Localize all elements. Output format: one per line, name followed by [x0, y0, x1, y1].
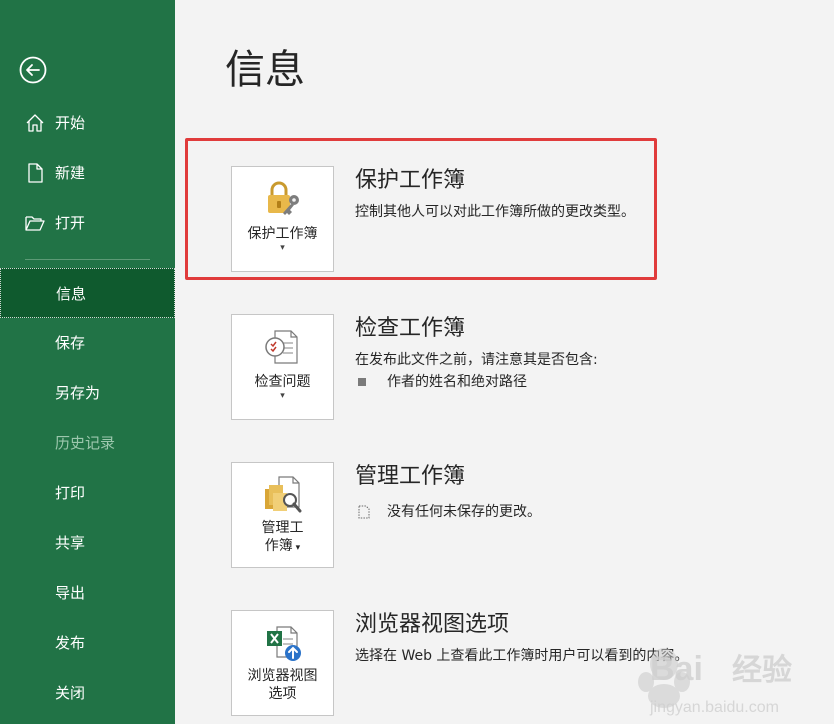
sidebar-item-label: 导出 — [55, 584, 86, 602]
bullet-text: 没有任何未保存的更改。 — [387, 504, 541, 520]
sidebar-item-label: 信息 — [56, 285, 87, 303]
svg-text:Bai: Bai — [650, 650, 703, 688]
sidebar-item-label: 发布 — [55, 634, 86, 652]
sidebar-item-label: 共享 — [55, 534, 86, 552]
bullet-square-icon — [358, 378, 366, 386]
inspect-workbook-section: 检查问题 ▾ 检查工作簿 在发布此文件之前，请注意其是否包含: 作者的姓名和绝对… — [231, 314, 821, 420]
baidu-jingyan-watermark: Bai 经验 jingyan.baidu.com — [638, 648, 792, 716]
browser-view-options-button[interactable]: 浏览器视图 选项 — [231, 610, 334, 716]
sidebar-item-share[interactable]: 共享 — [0, 518, 175, 568]
back-arrow-icon[interactable] — [19, 56, 47, 84]
section-description: 在发布此文件之前，请注意其是否包含: — [355, 352, 598, 368]
sidebar-item-label: 另存为 — [55, 384, 101, 402]
sidebar-item-new[interactable]: 新建 — [0, 148, 175, 198]
sidebar-item-info[interactable]: 信息 — [0, 268, 175, 318]
tile-label-line2: 选项 — [268, 686, 297, 702]
protect-workbook-section: 保护工作簿 ▾ 保护工作簿 控制其他人可以对此工作簿所做的更改类型。 — [231, 166, 821, 272]
sidebar-item-history[interactable]: 历史记录 — [0, 418, 175, 468]
excel-web-icon — [266, 626, 301, 661]
watermark-url: jingyan.baidu.com — [649, 699, 779, 716]
section-title: 保护工作簿 — [355, 168, 466, 193]
sidebar-item-save-as[interactable]: 另存为 — [0, 368, 175, 418]
sidebar-item-open[interactable]: 打开 — [0, 198, 175, 248]
tile-label-line2: 作簿 ▾ — [265, 537, 300, 557]
bullet-text: 作者的姓名和绝对路径 — [387, 374, 527, 390]
tile-label-line1: 管理工 — [261, 520, 304, 536]
sidebar-item-label: 保存 — [55, 334, 86, 352]
chevron-down-icon: ▾ — [280, 391, 285, 401]
chevron-down-icon: ▾ — [292, 543, 301, 553]
section-title: 管理工作簿 — [355, 464, 466, 489]
section-title: 检查工作簿 — [355, 316, 466, 341]
document-dotted-icon — [358, 505, 370, 519]
manage-documents-icon — [264, 476, 301, 513]
manage-workbook-section: 管理工 作簿 ▾ 管理工作簿 没有任何未保存的更改。 — [231, 462, 821, 568]
watermark-text: 经验 — [732, 653, 792, 688]
sidebar-item-home[interactable]: 开始 — [0, 98, 175, 148]
manage-workbook-button[interactable]: 管理工 作簿 ▾ — [231, 462, 334, 568]
sidebar-item-publish[interactable]: 发布 — [0, 618, 175, 668]
sidebar-item-label: 关闭 — [55, 684, 86, 702]
sidebar-item-save[interactable]: 保存 — [0, 318, 175, 368]
new-document-icon — [28, 163, 43, 183]
tile-label: 检查问题 — [254, 374, 311, 390]
sidebar-item-label: 打开 — [55, 214, 86, 232]
sidebar-item-print[interactable]: 打印 — [0, 468, 175, 518]
main-content: 信息 保护工作簿 ▾ 保护工作簿 控制其他人可以对此工作簿所做的更改类型。 检查… — [175, 0, 834, 724]
page-title: 信息 — [225, 47, 305, 93]
check-for-issues-button[interactable]: 检查问题 ▾ — [231, 314, 334, 420]
sidebar-item-close[interactable]: 关闭 — [0, 668, 175, 718]
inspect-document-icon — [264, 330, 298, 364]
sidebar-divider — [25, 259, 150, 260]
sidebar-item-label: 开始 — [55, 114, 86, 132]
section-description: 控制其他人可以对此工作簿所做的更改类型。 — [355, 204, 635, 220]
sidebar: 开始 新建 打开 信息 保存 另存为 历史记录 打印 共享 导出 发布 关闭 — [0, 0, 175, 724]
open-folder-icon — [25, 216, 45, 231]
protect-workbook-button[interactable]: 保护工作簿 ▾ — [231, 166, 334, 272]
tile-label: 保护工作簿 — [247, 226, 318, 242]
sidebar-item-label: 打印 — [55, 484, 86, 502]
lock-key-icon — [267, 181, 299, 215]
sidebar-item-label: 历史记录 — [55, 434, 116, 452]
chevron-down-icon: ▾ — [280, 243, 285, 253]
tile-label-line1: 浏览器视图 — [247, 668, 318, 684]
sidebar-item-export[interactable]: 导出 — [0, 568, 175, 618]
section-title: 浏览器视图选项 — [355, 612, 510, 637]
home-icon — [26, 114, 44, 132]
tile-label-text: 作簿 — [264, 538, 293, 554]
sidebar-item-label: 新建 — [55, 164, 86, 182]
